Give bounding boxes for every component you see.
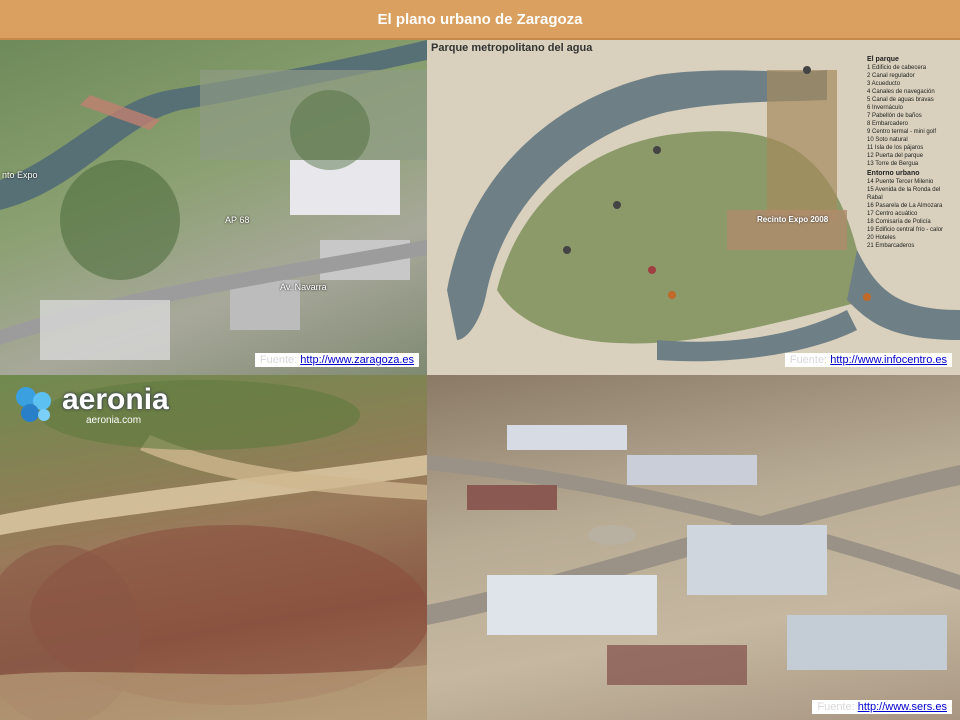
legend-item: 11 Isla de los pájaros — [867, 145, 924, 151]
logo-name: aeronia — [62, 382, 169, 416]
legend-section2-title: Entorno urbano — [867, 170, 920, 177]
aeronia-logo: aeronia aeronia.com — [12, 383, 169, 427]
label-expo: nto Expo — [2, 170, 38, 180]
legend-item: 10 Soto natural — [867, 137, 908, 143]
legend-item: 20 Hoteles — [867, 235, 896, 241]
map-title: Parque metropolitano del agua — [431, 42, 593, 54]
map-legend: El parque 1 Edificio de cabecera 2 Canal… — [867, 54, 957, 250]
legend-item: 5 Canal de aguas bravas — [867, 97, 934, 103]
legend-item: 6 Invernáculo — [867, 105, 904, 111]
source-label: Fuente: — [789, 354, 828, 366]
legend-item: 13 Torre de Bergua — [867, 161, 919, 167]
legend-item: 4 Canales de navegación — [867, 89, 935, 95]
slide-title: El plano urbano de Zaragoza — [377, 10, 583, 28]
legend-item: 1 Edificio de cabecera — [867, 65, 927, 71]
source-label: Fuente: — [817, 701, 855, 713]
slide-title-bar: El plano urbano de Zaragoza — [0, 0, 960, 40]
aerial-photo-residential: aeronia aeronia.com — [0, 375, 427, 720]
legend-section1-title: El parque — [867, 56, 899, 63]
legend-item: 14 Puente Tercer Milenio — [867, 179, 934, 185]
source-link[interactable]: http://www.zaragoza.es — [300, 354, 414, 366]
legend-item: 9 Centro termal - mini golf — [867, 129, 937, 135]
legend-item: 12 Puerta del parque — [867, 153, 924, 159]
logo-url: aeronia.com — [86, 414, 142, 426]
legend-item: 3 Acueducto — [867, 81, 901, 87]
legend-item: 2 Canal regulador — [867, 73, 915, 79]
legend-item: 7 Pabellón de baños — [867, 113, 922, 119]
label-av-navarra: Av. Navarra — [280, 282, 327, 292]
legend-item: 19 Edificio central frío - calor — [867, 227, 944, 233]
source-caption: Fuente: http://www.infocentro.es — [784, 353, 952, 367]
legend-item: 17 Centro acuático — [867, 211, 918, 217]
source-caption: Fuente: http://www.zaragoza.es — [254, 353, 419, 367]
source-label: Fuente: — [259, 354, 298, 366]
source-link[interactable]: http://www.sers.es — [858, 701, 947, 713]
legend-item: 8 Embarcadero — [867, 121, 909, 127]
source-caption: Fuente: http://www.sers.es — [812, 700, 952, 714]
label-ap68: AP 68 — [225, 215, 250, 225]
legend-item: 18 Comisaría de Policía — [867, 219, 931, 225]
legend-item: 21 Embarcaderos — [867, 243, 915, 249]
legend-item: 16 Pasarela de La Almozara — [867, 203, 943, 209]
render-graphic — [0, 40, 427, 360]
district-graphic — [427, 425, 960, 685]
render-image-expo: nto Expo AP 68 Av. Navarra Fuente: http:… — [0, 40, 427, 375]
park-map-image: Parque metropolitano del agua Recinto Ex… — [427, 40, 960, 375]
source-link[interactable]: http://www.infocentro.es — [830, 354, 947, 366]
recinto-label: Recinto Expo 2008 — [757, 215, 829, 224]
legend-item: 15 Avenida de la Ronda del Rabal — [867, 187, 941, 201]
aeronia-logo-icon — [12, 383, 56, 427]
aerial-photo-district: Fuente: http://www.sers.es — [427, 375, 960, 720]
